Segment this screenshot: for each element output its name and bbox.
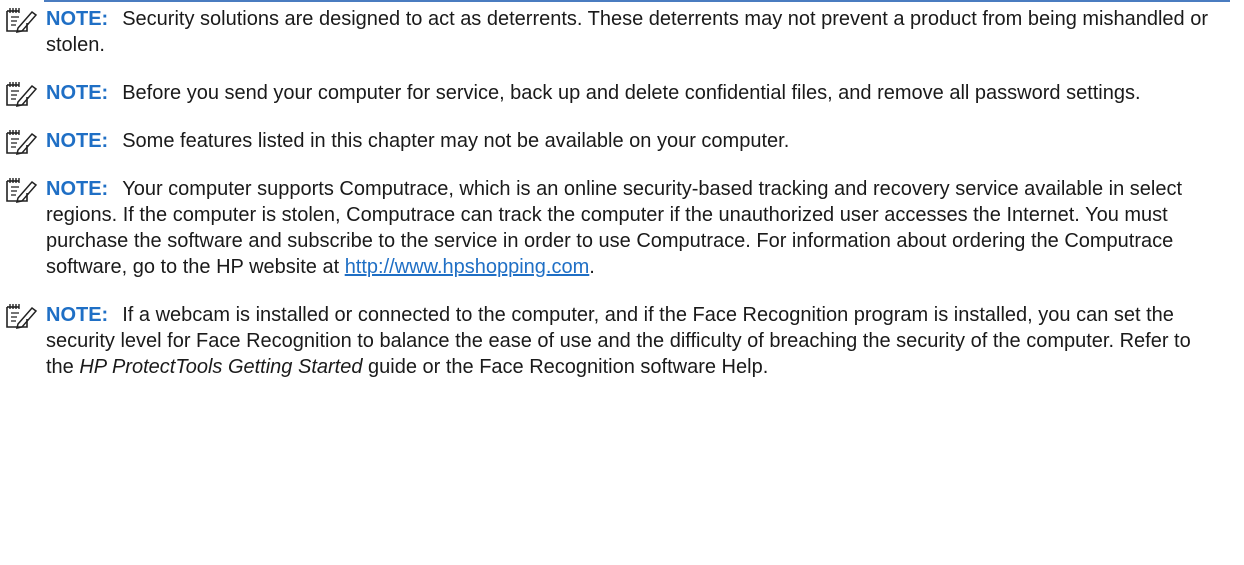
note-security-deterrents: NOTE: Security solutions are designed to … [0,6,1244,58]
hpshopping-link[interactable]: http://www.hpshopping.com [345,256,590,278]
note-text: Your computer supports Computrace, which… [46,178,1183,278]
note-text: Security solutions are designed to act a… [46,8,1208,56]
notes-list: NOTE: Security solutions are designed to … [0,6,1244,380]
note-features-availability: NOTE: Some features listed in this chapte… [0,128,1244,155]
note-label: NOTE: [46,130,109,152]
note-label: NOTE: [46,82,109,104]
note-label: NOTE: [46,178,109,200]
note-icon [4,303,42,329]
note-text-end: guide or the Face Recognition software H… [362,356,769,378]
top-rule [44,0,1230,2]
note-text: Before you send your computer for servic… [122,82,1141,104]
note-service-backup: NOTE: Before you send your computer for s… [0,80,1244,107]
note-computrace: NOTE: Your computer supports Computrace, … [0,176,1244,280]
note-text: Some features listed in this chapter may… [122,130,790,152]
note-icon [4,129,42,155]
guide-title: HP ProtectTools Getting Started [79,356,363,378]
note-icon [4,177,42,203]
note-icon [4,81,42,107]
note-text-end: . [589,256,595,278]
note-label: NOTE: [46,8,109,30]
note-face-recognition: NOTE: If a webcam is installed or connect… [0,302,1244,380]
note-icon [4,7,42,33]
note-label: NOTE: [46,304,109,326]
